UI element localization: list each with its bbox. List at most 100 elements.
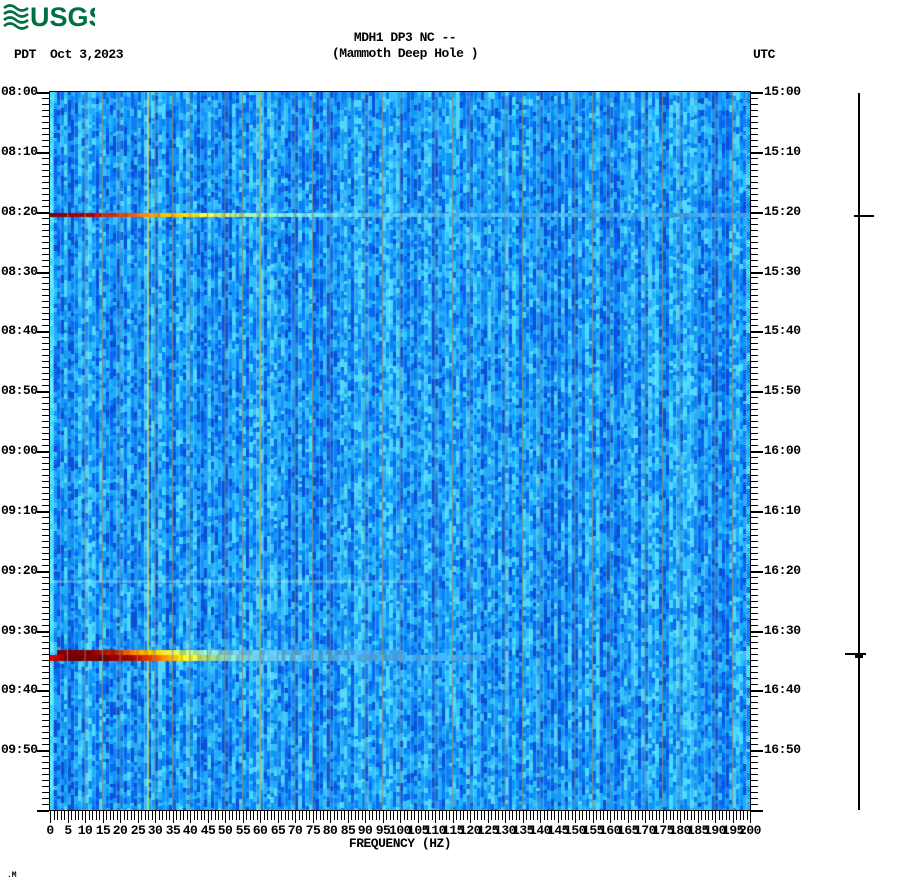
bottom-axis-tick — [631, 811, 632, 820]
left-axis-tick-label: 09:30 — [1, 624, 38, 637]
right-axis-tick — [751, 427, 758, 428]
right-axis-tick-label: 16:30 — [764, 624, 801, 637]
usgs-logo: USGS — [3, 1, 95, 35]
bottom-axis-tick — [295, 811, 296, 823]
left-axis-tick — [42, 714, 49, 715]
right-axis-tick — [751, 164, 758, 165]
bottom-axis-tick — [274, 811, 275, 820]
right-axis-tick — [751, 116, 758, 117]
right-axis-tick — [751, 230, 758, 231]
bottom-axis-tick — [505, 811, 506, 823]
left-axis-tick — [42, 559, 49, 560]
spectrogram-page: USGS PDT Oct 3,2023 MDH1 DP3 NC -- (Mamm… — [0, 0, 902, 892]
bottom-axis-tick — [558, 811, 559, 823]
bottom-axis-tick — [313, 811, 314, 823]
bottom-axis-tick — [197, 811, 198, 820]
bottom-axis-tick — [239, 811, 240, 820]
bottom-axis-tick — [719, 811, 720, 820]
left-axis-tick — [42, 708, 49, 709]
right-axis-tick — [751, 379, 758, 380]
bottom-axis-tick — [614, 811, 615, 820]
bottom-axis-tick — [337, 811, 338, 820]
bottom-axis-tick — [78, 811, 79, 820]
right-axis-tick — [751, 385, 758, 386]
left-axis-tick — [42, 266, 49, 267]
bottom-axis-tick — [225, 811, 226, 823]
right-axis-tick — [751, 553, 758, 554]
right-axis-tick-label: 15:00 — [764, 85, 801, 98]
left-axis-tick — [42, 373, 49, 374]
bottom-axis-tick — [106, 811, 107, 820]
bottom-axis-tick — [638, 811, 639, 820]
right-axis-tick-label: 16:00 — [764, 444, 801, 457]
left-axis-tick — [42, 427, 49, 428]
bottom-axis-tick — [393, 811, 394, 820]
left-axis-tick — [42, 529, 49, 530]
right-axis-tick — [751, 469, 758, 470]
left-axis-tick — [42, 762, 49, 763]
right-axis-tick — [751, 254, 758, 255]
left-axis-tick — [37, 212, 49, 214]
left-axis-tick — [42, 277, 49, 278]
left-axis-tick — [42, 188, 49, 189]
bottom-axis-tick — [365, 811, 366, 823]
right-axis-tick — [751, 648, 758, 649]
right-axis-tick — [751, 541, 758, 542]
right-axis-tick — [751, 445, 758, 446]
right-axis-tick — [751, 158, 758, 159]
bottom-axis-tick — [162, 811, 163, 820]
right-axis-tick — [751, 397, 758, 398]
bottom-axis-tick — [516, 811, 517, 820]
left-axis-tick — [42, 589, 49, 590]
bottom-axis-tick — [271, 811, 272, 820]
bottom-axis-tick — [327, 811, 328, 820]
left-axis-tick — [42, 224, 49, 225]
left-axis-tick — [42, 319, 49, 320]
left-axis-tick — [42, 313, 49, 314]
bottom-axis-tick — [299, 811, 300, 820]
right-axis-tick — [751, 361, 758, 362]
right-axis-tick — [751, 325, 758, 326]
left-axis-tick — [42, 164, 49, 165]
left-axis-tick — [42, 696, 49, 697]
bottom-axis-tick — [579, 811, 580, 820]
right-axis-tick — [751, 517, 758, 518]
bottom-axis-tick — [222, 811, 223, 820]
bottom-axis-tick — [726, 811, 727, 820]
right-axis-tick — [751, 415, 758, 416]
bottom-axis-tick — [187, 811, 188, 820]
left-axis-tick — [42, 385, 49, 386]
right-axis-tick — [751, 571, 763, 573]
x-axis-title: FREQUENCY (HZ) — [50, 836, 750, 851]
right-axis-tick — [751, 726, 758, 727]
left-axis-tick — [37, 331, 49, 333]
left-axis-tick — [42, 337, 49, 338]
right-axis-tick — [751, 523, 758, 524]
left-axis-tick — [37, 631, 49, 633]
bottom-axis-tick — [54, 811, 55, 820]
right-axis-tick — [751, 463, 758, 464]
bottom-axis-tick — [236, 811, 237, 820]
left-axis-tick — [42, 194, 49, 195]
right-axis-tick — [751, 535, 758, 536]
bottom-axis-tick — [467, 811, 468, 820]
bottom-axis-tick — [621, 811, 622, 820]
bottom-axis-tick — [50, 811, 51, 823]
bottom-axis-tick — [491, 811, 492, 820]
bottom-axis-tick — [323, 811, 324, 820]
left-axis-tick — [42, 110, 49, 111]
bottom-axis-tick — [341, 811, 342, 820]
bottom-axis-tick — [292, 811, 293, 820]
bottom-axis-tick — [232, 811, 233, 820]
left-axis-tick — [42, 678, 49, 679]
right-axis-tick — [751, 266, 758, 267]
left-axis-tick — [42, 409, 49, 410]
right-axis-tick — [751, 152, 763, 154]
left-axis-tick-label: 09:40 — [1, 683, 38, 696]
right-axis-tick — [751, 98, 758, 99]
bottom-axis-tick — [645, 811, 646, 823]
bottom-axis-tick — [376, 811, 377, 820]
left-axis-tick-label: 09:10 — [1, 504, 38, 517]
right-axis-tick — [751, 804, 758, 805]
bottom-axis-tick — [502, 811, 503, 820]
